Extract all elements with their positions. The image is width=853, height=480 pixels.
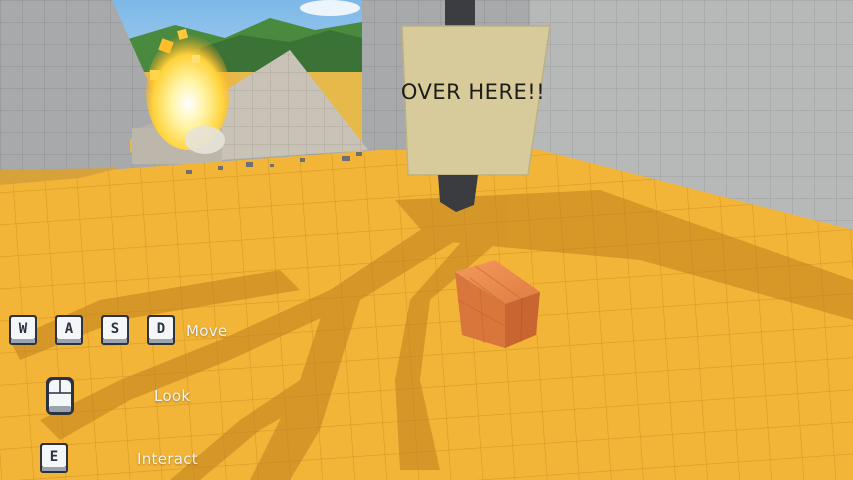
d-key-icon: D — [147, 315, 175, 345]
mouse-icon — [46, 377, 74, 415]
cloud — [300, 0, 360, 16]
svg-text:A: A — [65, 321, 74, 337]
svg-text:S: S — [111, 321, 119, 337]
a-key-icon: A — [55, 315, 83, 345]
svg-text:E: E — [50, 449, 58, 465]
sign-label: OVER HERE!! — [401, 80, 545, 104]
smoke — [185, 126, 225, 154]
s-key-icon: S — [101, 315, 129, 345]
interact-label: Interact — [137, 450, 198, 468]
svg-text:D: D — [157, 321, 165, 337]
game-viewport[interactable]: OVER HERE!! — [0, 0, 853, 480]
move-label: Move — [186, 322, 228, 340]
look-label: Look — [154, 387, 191, 405]
sign[interactable]: OVER HERE!! — [401, 25, 551, 176]
svg-text:W: W — [19, 321, 28, 337]
w-key-icon: W — [9, 315, 37, 345]
e-key-icon: E — [40, 443, 68, 473]
